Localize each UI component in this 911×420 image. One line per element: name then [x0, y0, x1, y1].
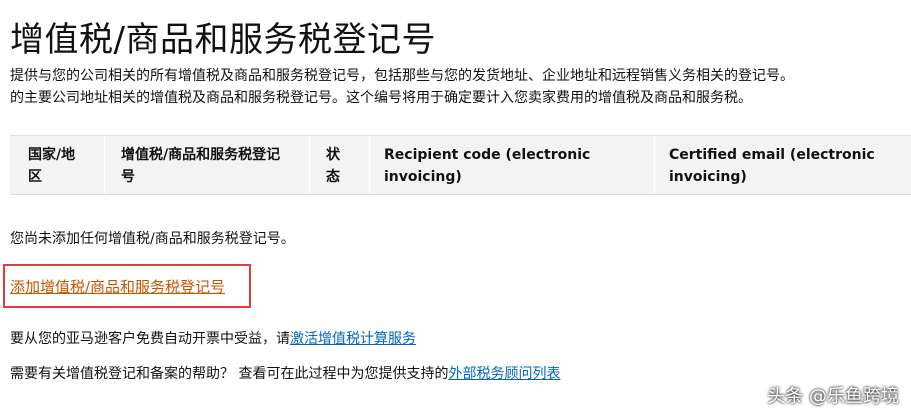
table-header: 国家/地区 增值税/商品和服务税登记号 状态 Recipient code (e… — [10, 135, 911, 195]
page-description: 提供与您的公司相关的所有增值税及商品和服务税登记号，包括那些与您的发货地址、企业… — [10, 65, 911, 109]
promo-line: 要从您的亚马逊客户免费自动开票中受益，请激活增值税计算服务 — [10, 328, 416, 348]
tax-advisor-list-link[interactable]: 外部税务顾问列表 — [448, 366, 560, 382]
help-line: 需要有关增值税登记和备案的帮助？ 查看可在此过程中为您提供支持的外部税务顾问列表 — [10, 363, 560, 383]
page-title: 增值税/商品和服务税登记号 — [10, 20, 436, 60]
promo-text: 要从您的亚马逊客户免费自动开票中受益，请 — [10, 331, 290, 347]
watermark: 头条 @乐鱼跨境 — [767, 386, 899, 407]
activate-vat-calculation-link[interactable]: 激活增值税计算服务 — [290, 331, 416, 347]
column-header-label: 国家/地区 — [28, 147, 76, 185]
description-line-1: 提供与您的公司相关的所有增值税及商品和服务税登记号，包括那些与您的发货地址、企业… — [10, 68, 794, 84]
add-vat-number-link[interactable]: 添加增值税/商品和服务税登记号 — [10, 276, 225, 297]
column-header-label: 增值税/商品和服务税登记号 — [121, 147, 281, 185]
column-header-recipient-code[interactable]: Recipient code (electronic invoicing) — [370, 136, 655, 194]
column-header-vat-number[interactable]: 增值税/商品和服务税登记号 — [105, 136, 310, 194]
column-header-label: 状态 — [326, 147, 340, 185]
column-header-label: Certified email (electronic invoicing) — [669, 147, 875, 185]
empty-state-message: 您尚未添加任何增值税/商品和服务税登记号。 — [10, 231, 295, 247]
column-header-label: Recipient code (electronic invoicing) — [384, 147, 591, 185]
column-header-status[interactable]: 状态 — [310, 136, 370, 194]
column-header-country[interactable]: 国家/地区 — [10, 136, 105, 194]
description-line-2: 的主要公司地址相关的增值税及商品和服务税登记号。这个编号将用于确定要计入您卖家费… — [10, 90, 752, 106]
column-header-certified-email[interactable]: Certified email (electronic invoicing) — [655, 136, 911, 194]
help-text: 需要有关增值税登记和备案的帮助？ 查看可在此过程中为您提供支持的 — [10, 366, 449, 382]
